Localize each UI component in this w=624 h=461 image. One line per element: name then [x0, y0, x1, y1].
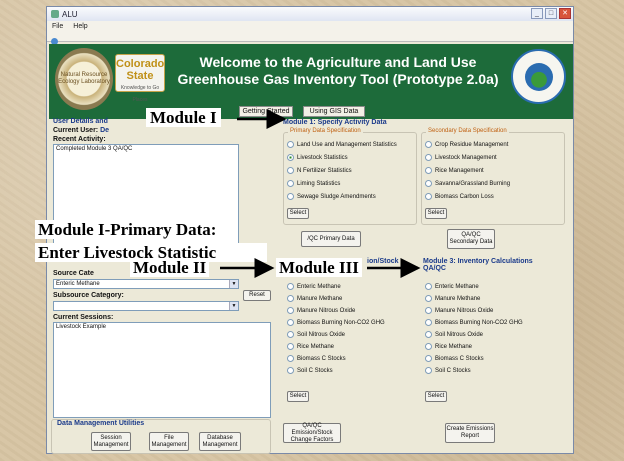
annotation-arrows [220, 109, 421, 278]
